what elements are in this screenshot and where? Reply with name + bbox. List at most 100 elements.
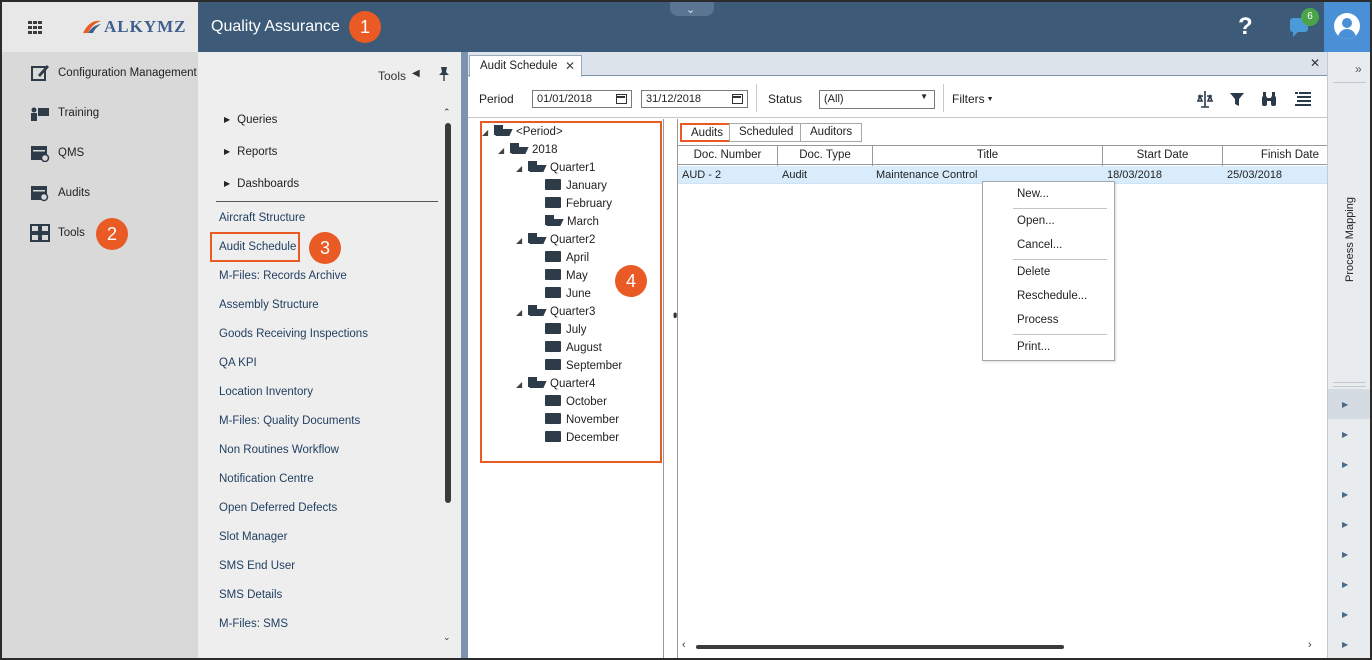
tree-node-month[interactable]: February <box>545 196 612 210</box>
menu-item-cancel[interactable]: Cancel... <box>1017 239 1062 251</box>
menu-item-reschedule[interactable]: Reschedule... <box>1017 290 1087 302</box>
tab-auditors[interactable]: Auditors <box>800 123 863 142</box>
tree-node-quarter[interactable]: ◢ Quarter4 <box>516 376 595 390</box>
column-header-finish-date[interactable]: Finish Date <box>1223 146 1328 166</box>
tool-link-slot-manager[interactable]: Slot Manager <box>219 531 287 543</box>
apps-grid-icon[interactable] <box>28 21 43 34</box>
sidebar-item-audits[interactable]: Audits <box>2 176 198 212</box>
column-header-start-date[interactable]: Start Date <box>1103 146 1223 166</box>
tools-scrollbar[interactable]: ⌃ ⌄ <box>442 107 454 647</box>
rail-arrow-icon[interactable]: ▶ <box>1342 400 1348 409</box>
scrollbar-thumb[interactable] <box>696 645 1064 649</box>
tool-link-goods-receiving-inspections[interactable]: Goods Receiving Inspections <box>219 328 368 340</box>
compare-icon[interactable] <box>1196 90 1214 108</box>
rail-arrow-icon[interactable]: ▶ <box>1342 640 1348 649</box>
tool-link-aircraft-structure[interactable]: Aircraft Structure <box>219 212 305 224</box>
menu-item-print[interactable]: Print... <box>1017 341 1050 353</box>
tools-category-dashboards[interactable]: ▶ Dashboards <box>224 178 299 190</box>
scroll-left-icon[interactable]: ‹ <box>682 639 686 651</box>
process-mapping-tab[interactable]: Process Mapping <box>1344 197 1356 282</box>
tool-link-open-deferred-defects[interactable]: Open Deferred Defects <box>219 502 337 514</box>
tree-node-month[interactable]: March <box>545 214 599 228</box>
tool-link-qa-kpi[interactable]: QA KPI <box>219 357 257 369</box>
filters-dropdown-button[interactable]: Filters ▼ <box>952 92 994 106</box>
column-header-doc-number[interactable]: Doc. Number <box>678 146 778 166</box>
scroll-right-icon[interactable]: › <box>1308 639 1312 651</box>
rail-arrow-icon[interactable]: ▶ <box>1342 520 1348 529</box>
tree-node-month[interactable]: January <box>545 178 607 192</box>
scroll-up-icon[interactable]: ⌃ <box>443 107 451 118</box>
tree-node-year[interactable]: ◢ 2018 <box>498 142 558 156</box>
menu-item-new[interactable]: New... <box>1017 188 1049 200</box>
tree-node-quarter[interactable]: ◢ Quarter1 <box>516 160 595 174</box>
sidebar-item-configuration-management[interactable]: Configuration Management <box>2 56 198 92</box>
rail-arrow-icon[interactable]: ▶ <box>1342 430 1348 439</box>
status-select[interactable]: (All) ▼ <box>819 90 935 109</box>
rail-arrow-icon[interactable]: ▶ <box>1342 580 1348 589</box>
expand-panel-icon[interactable]: » <box>1355 62 1362 76</box>
tab-audit-schedule[interactable]: Audit Schedule ✕ <box>469 55 582 77</box>
collapse-left-icon[interactable]: ◀ <box>412 68 420 79</box>
tree-node-period-root[interactable]: ◢ <Period> <box>482 124 563 138</box>
close-document-icon[interactable]: ✕ <box>1310 56 1320 70</box>
tree-node-month[interactable]: November <box>545 412 619 426</box>
collapse-icon[interactable]: ◢ <box>482 128 494 137</box>
sidebar-item-qms[interactable]: QMS <box>2 136 198 172</box>
tab-scheduled[interactable]: Scheduled <box>729 123 804 142</box>
column-header-title[interactable]: Title <box>873 146 1103 166</box>
rail-arrow-icon[interactable]: ▶ <box>1342 610 1348 619</box>
tool-link-assembly-structure[interactable]: Assembly Structure <box>219 299 319 311</box>
user-menu[interactable] <box>1324 2 1370 52</box>
menu-item-open[interactable]: Open... <box>1017 215 1055 227</box>
tree-node-month[interactable]: August <box>545 340 602 354</box>
tool-link-location-inventory[interactable]: Location Inventory <box>219 386 313 398</box>
grid-horizontal-scrollbar[interactable]: ‹ › <box>678 639 1328 654</box>
help-icon[interactable]: ? <box>1238 13 1253 41</box>
tree-node-month[interactable]: June <box>545 286 591 300</box>
collapse-icon[interactable]: ◢ <box>516 164 528 173</box>
tree-node-month[interactable]: May <box>545 268 588 282</box>
period-from-date-field[interactable]: 01/01/2018 <box>532 90 632 108</box>
tree-node-month[interactable]: December <box>545 430 619 444</box>
collapse-icon[interactable]: ◢ <box>498 146 510 155</box>
collapse-icon[interactable]: ◢ <box>516 308 528 317</box>
calendar-icon[interactable] <box>616 94 627 104</box>
folder-open-icon <box>528 161 545 172</box>
tree-node-month[interactable]: September <box>545 358 622 372</box>
menu-item-delete[interactable]: Delete <box>1017 266 1050 278</box>
tab-audits[interactable]: Audits <box>680 123 734 142</box>
column-header-doc-type[interactable]: Doc. Type <box>778 146 873 166</box>
pin-icon[interactable] <box>436 66 452 82</box>
rail-arrow-icon[interactable]: ▶ <box>1342 490 1348 499</box>
tree-node-month[interactable]: April <box>545 250 589 264</box>
filter-icon[interactable] <box>1228 90 1246 108</box>
scrollbar-thumb[interactable] <box>445 123 451 503</box>
tree-node-quarter[interactable]: ◢ Quarter3 <box>516 304 595 318</box>
menu-item-process[interactable]: Process <box>1017 314 1059 326</box>
tool-link-non-routines-workflow[interactable]: Non Routines Workflow <box>219 444 339 456</box>
tools-category-queries[interactable]: ▶ Queries <box>224 114 277 126</box>
tool-link-m-files-records-archive[interactable]: M-Files: Records Archive <box>219 270 347 282</box>
tool-link-notification-centre[interactable]: Notification Centre <box>219 473 314 485</box>
binoculars-icon[interactable] <box>1260 90 1278 108</box>
header-pull-tab[interactable]: ⌄ <box>670 2 714 16</box>
sidebar-item-training[interactable]: Training <box>2 96 198 132</box>
scroll-down-icon[interactable]: ⌄ <box>443 632 451 643</box>
tool-link-audit-schedule[interactable]: Audit Schedule <box>219 241 296 253</box>
tree-node-month[interactable]: July <box>545 322 586 336</box>
tool-link-m-files-sms[interactable]: M-Files: SMS <box>219 618 288 630</box>
rail-arrow-icon[interactable]: ▶ <box>1342 460 1348 469</box>
close-tab-icon[interactable]: ✕ <box>565 59 575 73</box>
collapse-icon[interactable]: ◢ <box>516 380 528 389</box>
collapse-icon[interactable]: ◢ <box>516 236 528 245</box>
tool-link-sms-details[interactable]: SMS Details <box>219 589 282 601</box>
list-view-icon[interactable] <box>1294 90 1312 108</box>
rail-arrow-icon[interactable]: ▶ <box>1342 550 1348 559</box>
tool-link-m-files-quality-documents[interactable]: M-Files: Quality Documents <box>219 415 360 427</box>
period-to-date-field[interactable]: 31/12/2018 <box>641 90 748 108</box>
tool-link-sms-end-user[interactable]: SMS End User <box>219 560 295 572</box>
tree-node-quarter[interactable]: ◢ Quarter2 <box>516 232 595 246</box>
calendar-icon[interactable] <box>732 94 743 104</box>
tree-node-month[interactable]: October <box>545 394 607 408</box>
tools-category-reports[interactable]: ▶ Reports <box>224 146 277 158</box>
